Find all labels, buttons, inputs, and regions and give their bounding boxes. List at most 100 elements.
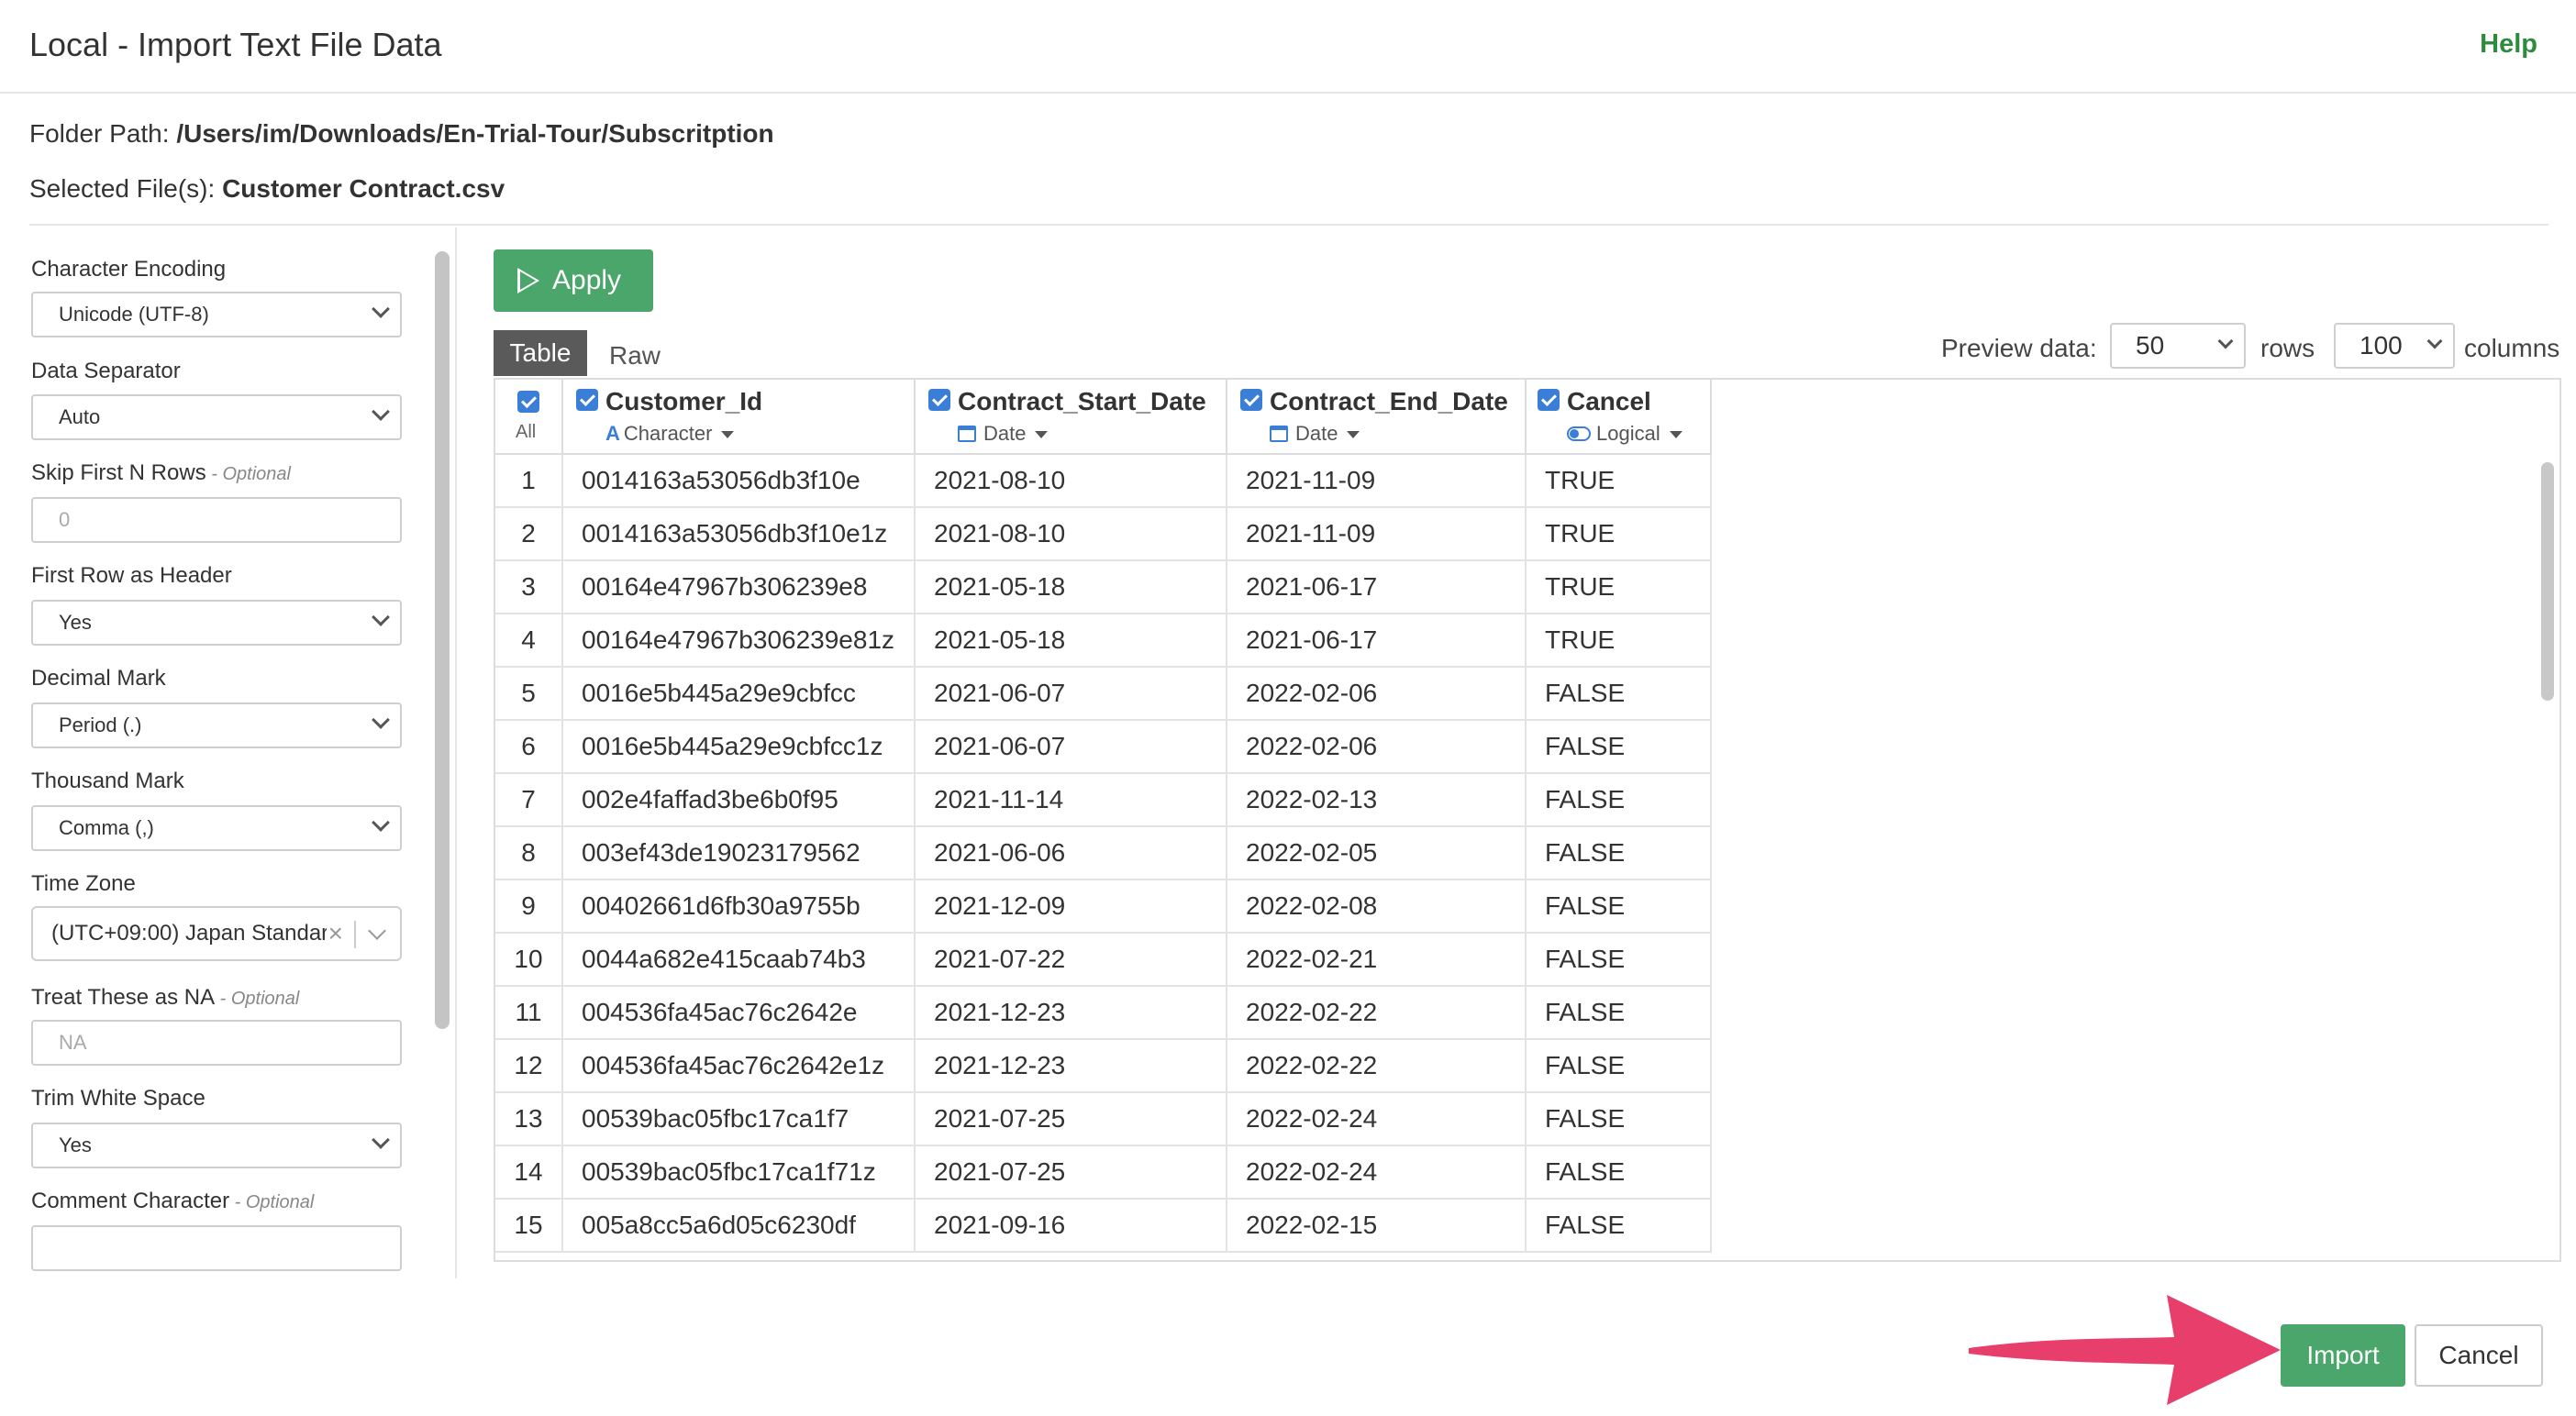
contract-start-date-cell: 2021-11-14 <box>916 774 1227 827</box>
row-number-cell: 3 <box>495 561 563 614</box>
table-row: 7 002e4faffad3be6b0f95 2021-11-14 2022-02-1… <box>495 774 1712 827</box>
preview-columns-select[interactable]: 100 <box>2334 323 2455 369</box>
preview-rows-value: 50 <box>2136 331 2165 360</box>
row-number-cell: 11 <box>495 987 563 1040</box>
comment-character-label-text: Comment Character <box>31 1189 230 1213</box>
cancel-cell: FALSE <box>1527 1146 1712 1200</box>
time-zone-select[interactable]: (UTC+09:00) Japan Standard Time × <box>31 906 402 961</box>
cancel-cell: TRUE <box>1527 508 1712 561</box>
contract-end-date-cell: 2022-02-24 <box>1227 1093 1527 1146</box>
chevron-down-icon[interactable] <box>368 922 386 940</box>
character-encoding-label: Character Encoding <box>31 257 227 282</box>
rows-label: rows <box>2260 334 2315 362</box>
column-checkbox[interactable] <box>928 389 950 411</box>
preview-data-label: Preview data: <box>1941 334 2097 362</box>
toggle-icon <box>1567 426 1591 441</box>
select-all-checkbox[interactable] <box>517 391 539 413</box>
settings-scrollbar[interactable] <box>435 251 450 1029</box>
column-checkbox[interactable] <box>576 389 598 411</box>
contract-end-date-cell: 2021-06-17 <box>1227 614 1527 668</box>
help-link[interactable]: Help <box>2480 29 2537 60</box>
na-values-input[interactable]: NA <box>31 1020 402 1066</box>
customer-id-cell: 00164e47967b306239e8 <box>563 561 916 614</box>
contract-start-date-cell: 2021-05-18 <box>916 614 1227 668</box>
calendar-icon <box>1270 426 1288 442</box>
import-button[interactable]: Import <box>2281 1324 2405 1387</box>
preview-columns-value: 100 <box>2359 331 2403 360</box>
customer-id-cell: 00402661d6fb30a9755b <box>563 880 916 934</box>
column-name: Contract_Start_Date <box>958 387 1206 415</box>
cancel-cell: FALSE <box>1527 1200 1712 1253</box>
folder-path: Folder Path: /Users/im/Downloads/En-Tria… <box>29 119 774 149</box>
contract-start-date-cell: 2021-12-23 <box>916 987 1227 1040</box>
panel-divider <box>455 227 457 1278</box>
row-number-cell: 13 <box>495 1093 563 1146</box>
first-row-header-select[interactable]: Yes <box>31 600 402 646</box>
table-row: 5 0016e5b445a29e9cbfcc 2021-06-07 2022-02-0… <box>495 668 1712 721</box>
thousand-mark-select[interactable]: Comma (,) <box>31 805 402 851</box>
clear-icon[interactable]: × <box>328 908 343 959</box>
data-separator-value: Auto <box>59 405 101 428</box>
column-type-dropdown[interactable]: Date <box>958 422 1049 446</box>
contract-start-date-cell: 2021-12-23 <box>916 1040 1227 1093</box>
row-number-cell: 10 <box>495 934 563 987</box>
chevron-down-icon <box>2426 333 2443 349</box>
row-number-cell: 1 <box>495 455 563 508</box>
preview-rows-select[interactable]: 50 <box>2110 323 2246 369</box>
table-row: 4 00164e47967b306239e81z 2021-05-18 2021-06… <box>495 614 1712 668</box>
comment-character-input[interactable] <box>31 1225 402 1271</box>
na-values-placeholder: NA <box>59 1031 87 1054</box>
folder-path-label: Folder Path: <box>29 119 177 148</box>
time-zone-value: (UTC+09:00) Japan Standard Time <box>51 921 327 946</box>
column-type-dropdown[interactable]: Logical <box>1567 422 1682 446</box>
first-row-header-value: Yes <box>59 611 92 634</box>
contract-start-date-cell: 2021-06-06 <box>916 827 1227 880</box>
divider <box>29 224 2548 226</box>
contract-start-date-cell: 2021-06-07 <box>916 721 1227 774</box>
selected-files-label: Selected File(s): <box>29 174 223 203</box>
skip-rows-input[interactable]: 0 <box>31 497 402 543</box>
row-number-cell: 7 <box>495 774 563 827</box>
character-encoding-select[interactable]: Unicode (UTF-8) <box>31 292 402 337</box>
skip-rows-label: Skip First N Rows - Optional <box>31 460 291 486</box>
table-row: 10 0044a682e415caab74b3 2021-07-22 2022-02-… <box>495 934 1712 987</box>
cancel-button[interactable]: Cancel <box>2415 1324 2543 1387</box>
trim-white-space-label: Trim White Space <box>31 1086 205 1111</box>
column-header-contract-end-date: Contract_End_Date Date <box>1227 380 1527 453</box>
table-row: 6 0016e5b445a29e9cbfcc1z 2021-06-07 2022-02… <box>495 721 1712 774</box>
decimal-mark-select[interactable]: Period (.) <box>31 702 402 748</box>
customer-id-cell: 00164e47967b306239e81z <box>563 614 916 668</box>
row-number-cell: 12 <box>495 1040 563 1093</box>
caret-down-icon <box>1035 431 1049 439</box>
customer-id-cell: 005a8cc5a6d05c6230df <box>563 1200 916 1253</box>
column-checkbox[interactable] <box>1240 389 1262 411</box>
data-preview-table: All Customer_Id A Character Contract_Star… <box>494 378 2561 1262</box>
pointer-arrow-icon <box>1969 1295 2281 1405</box>
trim-white-space-select[interactable]: Yes <box>31 1123 402 1168</box>
column-name: Contract_End_Date <box>1270 387 1508 415</box>
contract-end-date-cell: 2022-02-24 <box>1227 1146 1527 1200</box>
column-type: Date <box>1295 422 1338 445</box>
decimal-mark-value: Period (.) <box>59 714 142 736</box>
contract-end-date-cell: 2022-02-22 <box>1227 987 1527 1040</box>
cancel-cell: TRUE <box>1527 561 1712 614</box>
data-separator-select[interactable]: Auto <box>31 394 402 440</box>
column-type-dropdown[interactable]: Date <box>1270 422 1360 446</box>
table-scrollbar[interactable] <box>2541 462 2554 701</box>
cancel-cell: TRUE <box>1527 614 1712 668</box>
customer-id-cell: 00539bac05fbc17ca1f71z <box>563 1146 916 1200</box>
chevron-down-icon <box>372 403 390 421</box>
column-name: Cancel <box>1567 387 1651 415</box>
select-all-column: All <box>495 380 563 453</box>
chevron-down-icon <box>372 711 390 729</box>
column-checkbox[interactable] <box>1538 389 1560 411</box>
tab-table[interactable]: Table <box>494 330 587 376</box>
row-number-cell: 9 <box>495 880 563 934</box>
chevron-down-icon <box>372 813 390 832</box>
tab-raw[interactable]: Raw <box>609 341 661 371</box>
caret-down-icon <box>1669 431 1682 439</box>
apply-button[interactable]: Apply <box>494 249 653 312</box>
cancel-cell: FALSE <box>1527 1093 1712 1146</box>
na-values-label-text: Treat These as NA <box>31 985 216 1010</box>
column-type-dropdown[interactable]: A Character <box>605 422 735 446</box>
